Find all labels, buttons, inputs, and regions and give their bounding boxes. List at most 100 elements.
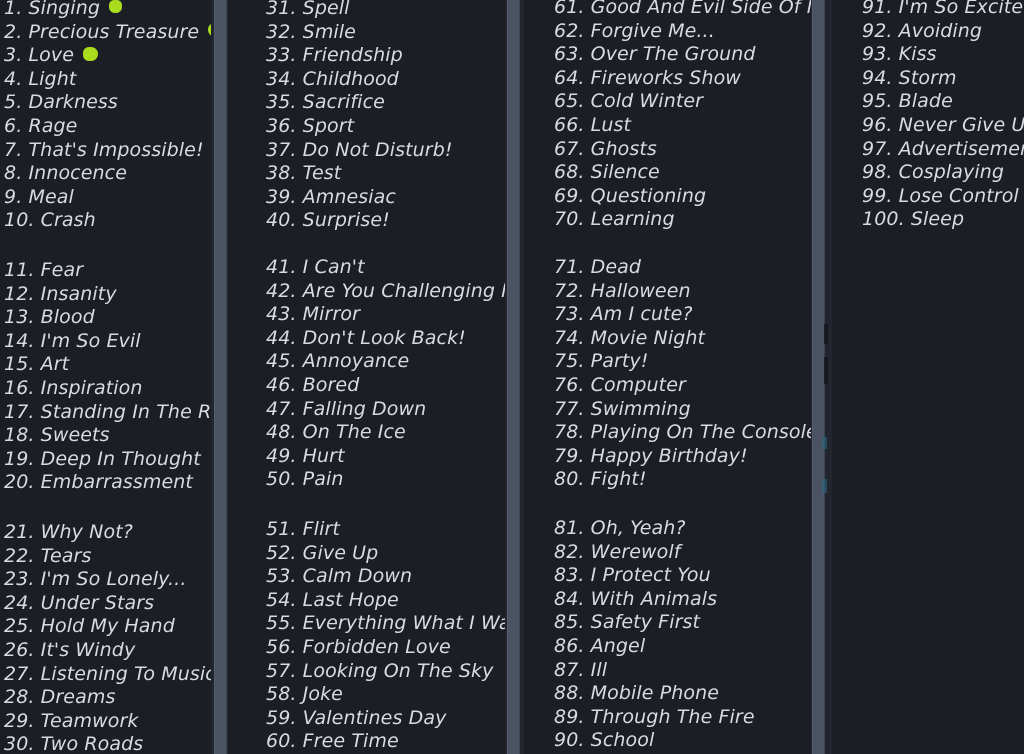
list-item[interactable]: 25. Hold My Hand [0,615,211,639]
list-item[interactable]: 56. Forbidden Love [228,636,505,660]
list-item[interactable]: 8. Innocence [0,162,211,186]
list-item[interactable]: 50. Pain [228,468,505,492]
list-item[interactable]: 38. Test [228,162,505,186]
list-item[interactable]: 66. Lust [524,114,811,138]
list-item[interactable]: 26. It's Windy [0,639,211,663]
list-item[interactable]: 24. Under Stars [0,592,211,616]
list-item[interactable]: 20. Embarrassment [0,471,211,495]
list-item[interactable]: 2. Precious Treasure [0,21,211,45]
list-item[interactable]: 68. Silence [524,161,811,185]
list-item[interactable]: 14. I'm So Evil [0,330,211,354]
list-item[interactable]: 28. Dreams [0,686,211,710]
list-item[interactable]: 5. Darkness [0,91,211,115]
list-item[interactable]: 98. Cosplaying [832,161,1024,185]
list-item[interactable]: 58. Joke [228,683,505,707]
list-item[interactable]: 77. Swimming [524,398,811,422]
column-separator-1[interactable] [211,0,228,754]
list-item[interactable]: 52. Give Up [228,542,505,566]
list-item[interactable]: 12. Insanity [0,283,211,307]
scrollbar-thumb-1[interactable] [214,0,227,754]
list-item[interactable]: 39. Amnesiac [228,186,505,210]
list-item[interactable]: 35. Sacrifice [228,91,505,115]
list-item[interactable]: 90. School [524,729,811,753]
list-item[interactable]: 88. Mobile Phone [524,682,811,706]
list-item[interactable]: 23. I'm So Lonely... [0,568,211,592]
list-item[interactable]: 22. Tears [0,545,211,569]
list-item[interactable]: 85. Safety First [524,611,811,635]
list-item[interactable]: 76. Computer [524,374,811,398]
list-item[interactable]: 11. Fear [0,259,211,283]
list-item[interactable]: 44. Don't Look Back! [228,327,505,351]
list-item[interactable]: 74. Movie Night [524,327,811,351]
list-item[interactable]: 45. Annoyance [228,350,505,374]
list-item[interactable]: 47. Falling Down [228,398,505,422]
list-item[interactable]: 86. Angel [524,635,811,659]
list-item[interactable]: 42. Are You Challenging Me? [228,280,505,304]
list-item[interactable]: 87. Ill [524,659,811,683]
list-item[interactable]: 80. Fight! [524,468,811,492]
list-item[interactable]: 16. Inspiration [0,377,211,401]
column-separator-3[interactable] [811,0,832,754]
list-item[interactable]: 43. Mirror [228,303,505,327]
list-item[interactable]: 73. Am I cute? [524,303,811,327]
list-item[interactable]: 41. I Can't [228,256,505,280]
list-item[interactable]: 99. Lose Control [832,185,1024,209]
list-item[interactable]: 92. Avoiding [832,20,1024,44]
list-item[interactable]: 33. Friendship [228,44,505,68]
list-item[interactable]: 13. Blood [0,306,211,330]
list-item[interactable]: 18. Sweets [0,424,211,448]
list-item[interactable]: 71. Dead [524,256,811,280]
list-item[interactable]: 10. Crash [0,209,211,233]
list-item[interactable]: 54. Last Hope [228,589,505,613]
list-item[interactable]: 7. That's Impossible! [0,139,211,163]
list-item[interactable]: 100. Sleep [832,208,1024,232]
list-item[interactable]: 6. Rage [0,115,211,139]
list-item[interactable]: 70. Learning [524,208,811,232]
list-item[interactable]: 72. Halloween [524,280,811,304]
list-item[interactable]: 62. Forgive Me... [524,20,811,44]
list-item[interactable]: 40. Surprise! [228,209,505,233]
list-item[interactable]: 91. I'm So Excited! [832,0,1024,20]
scrollbar-thumb-2[interactable] [507,0,520,754]
list-item[interactable]: 46. Bored [228,374,505,398]
list-item[interactable]: 81. Oh, Yeah? [524,517,811,541]
list-item[interactable]: 59. Valentines Day [228,707,505,731]
list-item[interactable]: 83. I Protect You [524,564,811,588]
list-item[interactable]: 79. Happy Birthday! [524,445,811,469]
list-item[interactable]: 89. Through The Fire [524,706,811,730]
list-item[interactable]: 64. Fireworks Show [524,67,811,91]
list-item[interactable]: 48. On The Ice [228,421,505,445]
column-separator-2[interactable] [505,0,524,754]
list-item[interactable]: 61. Good And Evil Side Of Me [524,0,811,20]
list-item[interactable]: 17. Standing In The Rain [0,401,211,425]
list-item[interactable]: 21. Why Not? [0,521,211,545]
list-item[interactable]: 69. Questioning [524,185,811,209]
list-item[interactable]: 9. Meal [0,186,211,210]
list-item[interactable]: 57. Looking On The Sky [228,660,505,684]
list-item[interactable]: 95. Blade [832,90,1024,114]
list-item[interactable]: 65. Cold Winter [524,90,811,114]
list-item[interactable]: 15. Art [0,353,211,377]
list-item[interactable]: 30. Two Roads [0,733,211,754]
list-item[interactable]: 3. Love [0,44,211,68]
list-item[interactable]: 29. Teamwork [0,710,211,734]
list-item[interactable]: 4. Light [0,68,211,92]
list-item[interactable]: 67. Ghosts [524,138,811,162]
list-item[interactable]: 32. Smile [228,21,505,45]
list-item[interactable]: 27. Listening To Music [0,663,211,687]
list-item[interactable]: 51. Flirt [228,518,505,542]
list-item[interactable]: 96. Never Give Up! [832,114,1024,138]
list-item[interactable]: 34. Childhood [228,68,505,92]
list-item[interactable]: 36. Sport [228,115,505,139]
list-item[interactable]: 78. Playing On The Console [524,421,811,445]
list-item[interactable]: 1. Singing [0,0,211,21]
list-item[interactable]: 19. Deep In Thought [0,448,211,472]
list-item[interactable]: 53. Calm Down [228,565,505,589]
list-item[interactable]: 84. With Animals [524,588,811,612]
list-item[interactable]: 55. Everything What I Want [228,612,505,636]
list-item[interactable]: 93. Kiss [832,43,1024,67]
list-item[interactable]: 60. Free Time [228,730,505,754]
list-item[interactable]: 49. Hurt [228,445,505,469]
list-item[interactable]: 75. Party! [524,350,811,374]
list-item[interactable]: 63. Over The Ground [524,43,811,67]
